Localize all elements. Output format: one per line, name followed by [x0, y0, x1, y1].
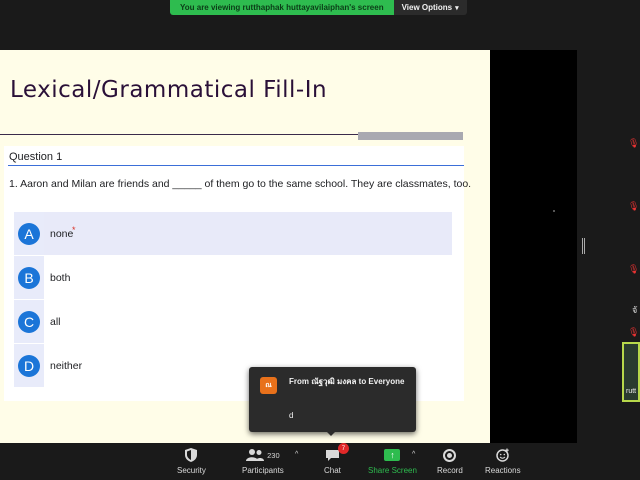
question-divider	[8, 165, 464, 166]
decorative-bar	[358, 132, 463, 140]
record-button[interactable]: Record	[437, 446, 463, 475]
option-a[interactable]: A none *	[14, 212, 452, 255]
chat-sender: From ณัฐวุฒิ มงคล to Everyone	[289, 377, 405, 386]
security-label: Security	[177, 466, 206, 475]
chat-popup-pointer	[326, 431, 336, 436]
share-screen-options-caret[interactable]: ^	[412, 451, 415, 458]
option-label-b: both	[50, 271, 71, 284]
quiz-form: Question 1 1. Aaron and Milan are friend…	[4, 146, 471, 401]
mic-muted-icon: 🎙	[628, 264, 640, 274]
option-letter-b: B	[18, 266, 40, 289]
option-letter-c: C	[18, 310, 40, 333]
share-icon-wrap: ↑	[384, 446, 401, 464]
chat-notification[interactable]: ณ From ณัฐวุฒิ มงคล to Everyone d	[249, 367, 416, 432]
mic-muted-icon: 🎙	[628, 138, 640, 148]
record-icon	[443, 448, 457, 462]
option-b[interactable]: B both	[14, 256, 452, 299]
participant-count: 230	[267, 450, 280, 460]
cursor-dot	[553, 210, 555, 212]
participants-options-caret[interactable]: ^	[295, 451, 298, 458]
participants-label: Participants	[242, 466, 284, 475]
zoom-meeting-window: You are viewing rutthaphak huttayavilaip…	[0, 0, 640, 480]
share-screen-icon: ↑	[384, 449, 401, 461]
sender-avatar: ณ	[260, 377, 277, 394]
view-options-label: View Options	[401, 3, 453, 12]
chat-unread-badge: 7	[337, 443, 349, 454]
chevron-down-icon: ▾	[455, 4, 459, 12]
chat-label: Chat	[324, 466, 341, 475]
participant-initial: จั	[632, 305, 638, 315]
chat-icon-wrap: 7	[325, 443, 349, 464]
security-button[interactable]: Security	[177, 446, 206, 475]
mic-muted-icon: 🎙	[628, 201, 640, 211]
option-c[interactable]: C all	[14, 300, 452, 343]
record-icon-wrap	[443, 446, 457, 464]
meeting-toolbar: Security 230 Participants ^ 7 Chat ↑ Sha…	[0, 443, 640, 480]
question-text: 1. Aaron and Milan are friends and _____…	[9, 178, 472, 190]
participants-icon	[246, 449, 265, 461]
option-letter-d: D	[18, 354, 40, 377]
viewing-banner: You are viewing rutthaphak huttayavilaip…	[170, 0, 470, 15]
chat-message: d	[289, 411, 294, 420]
shared-screen-margin	[490, 50, 577, 443]
share-screen-label: Share Screen	[368, 466, 417, 475]
record-label: Record	[437, 466, 463, 475]
viewing-banner-text: You are viewing rutthaphak huttayavilaip…	[170, 0, 394, 15]
thumbnail-name: rutt	[626, 388, 637, 395]
shared-slide: Lexical/Grammatical Fill-In Question 1 1…	[0, 50, 490, 443]
shield-icon	[185, 446, 198, 464]
slide-title: Lexical/Grammatical Fill-In	[10, 77, 328, 103]
reactions-label: Reactions	[485, 466, 521, 475]
participants-button[interactable]: 230 Participants	[242, 446, 284, 475]
share-screen-button[interactable]: ↑ Share Screen	[368, 446, 417, 475]
view-options-button[interactable]: View Options ▾	[393, 0, 467, 15]
mic-muted-icon: 🎙	[628, 327, 640, 337]
reactions-icon	[496, 448, 509, 462]
chat-button[interactable]: 7 Chat	[324, 443, 349, 475]
option-label-a: none	[50, 227, 74, 240]
option-label-c: all	[50, 315, 61, 328]
reactions-icon-wrap	[496, 446, 510, 464]
option-letter-a: A	[18, 222, 40, 245]
panel-splitter-handle[interactable]	[582, 238, 585, 254]
question-heading: Question 1	[9, 151, 63, 163]
reactions-button[interactable]: Reactions	[485, 446, 521, 475]
required-marker: *	[72, 225, 76, 235]
participants-icon-group: 230	[246, 446, 280, 464]
option-label-d: neither	[50, 359, 83, 372]
